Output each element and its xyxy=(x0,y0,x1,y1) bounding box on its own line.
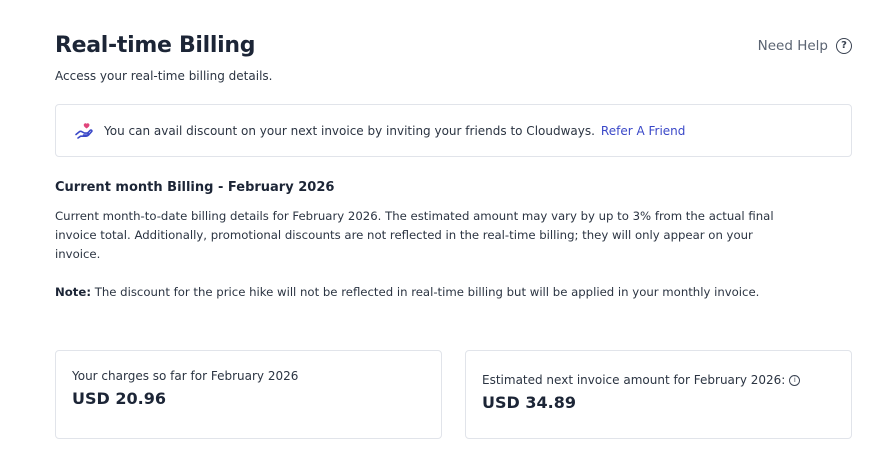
refer-a-friend-link[interactable]: Refer A Friend xyxy=(601,124,685,138)
info-icon[interactable]: i xyxy=(789,374,801,386)
note-text: The discount for the price hike will not… xyxy=(91,285,760,299)
billing-description: Current month-to-date billing details fo… xyxy=(55,209,774,261)
referral-message: You can avail discount on your next invo… xyxy=(104,123,595,138)
hand-heart-icon xyxy=(74,121,94,141)
estimated-invoice-value: USD 34.89 xyxy=(482,393,576,412)
note-label: Note: xyxy=(55,285,91,299)
need-help-link[interactable]: Need Help ? xyxy=(758,38,852,54)
estimated-invoice-label-row: Estimated next invoice amount for Februa… xyxy=(482,373,851,387)
estimated-invoice-card: Estimated next invoice amount for Februa… xyxy=(465,350,852,439)
hand-heart-icon-svg xyxy=(75,122,93,139)
page-title: Real-time Billing xyxy=(55,33,256,58)
charges-so-far-card: Your charges so far for February 2026 US… xyxy=(55,350,442,439)
billing-note: Note: The discount for the price hike wi… xyxy=(55,285,759,299)
charges-so-far-value: USD 20.96 xyxy=(72,389,166,408)
estimated-invoice-label: Estimated next invoice amount for Februa… xyxy=(482,373,786,387)
charges-so-far-label: Your charges so far for February 2026 xyxy=(72,369,299,383)
page-subtitle: Access your real-time billing details. xyxy=(55,69,273,83)
billing-section-title: Current month Billing - February 2026 xyxy=(55,180,335,195)
referral-banner: You can avail discount on your next invo… xyxy=(55,104,852,157)
need-help-label[interactable]: Need Help xyxy=(758,38,828,54)
help-circle-icon[interactable]: ? xyxy=(836,38,852,54)
